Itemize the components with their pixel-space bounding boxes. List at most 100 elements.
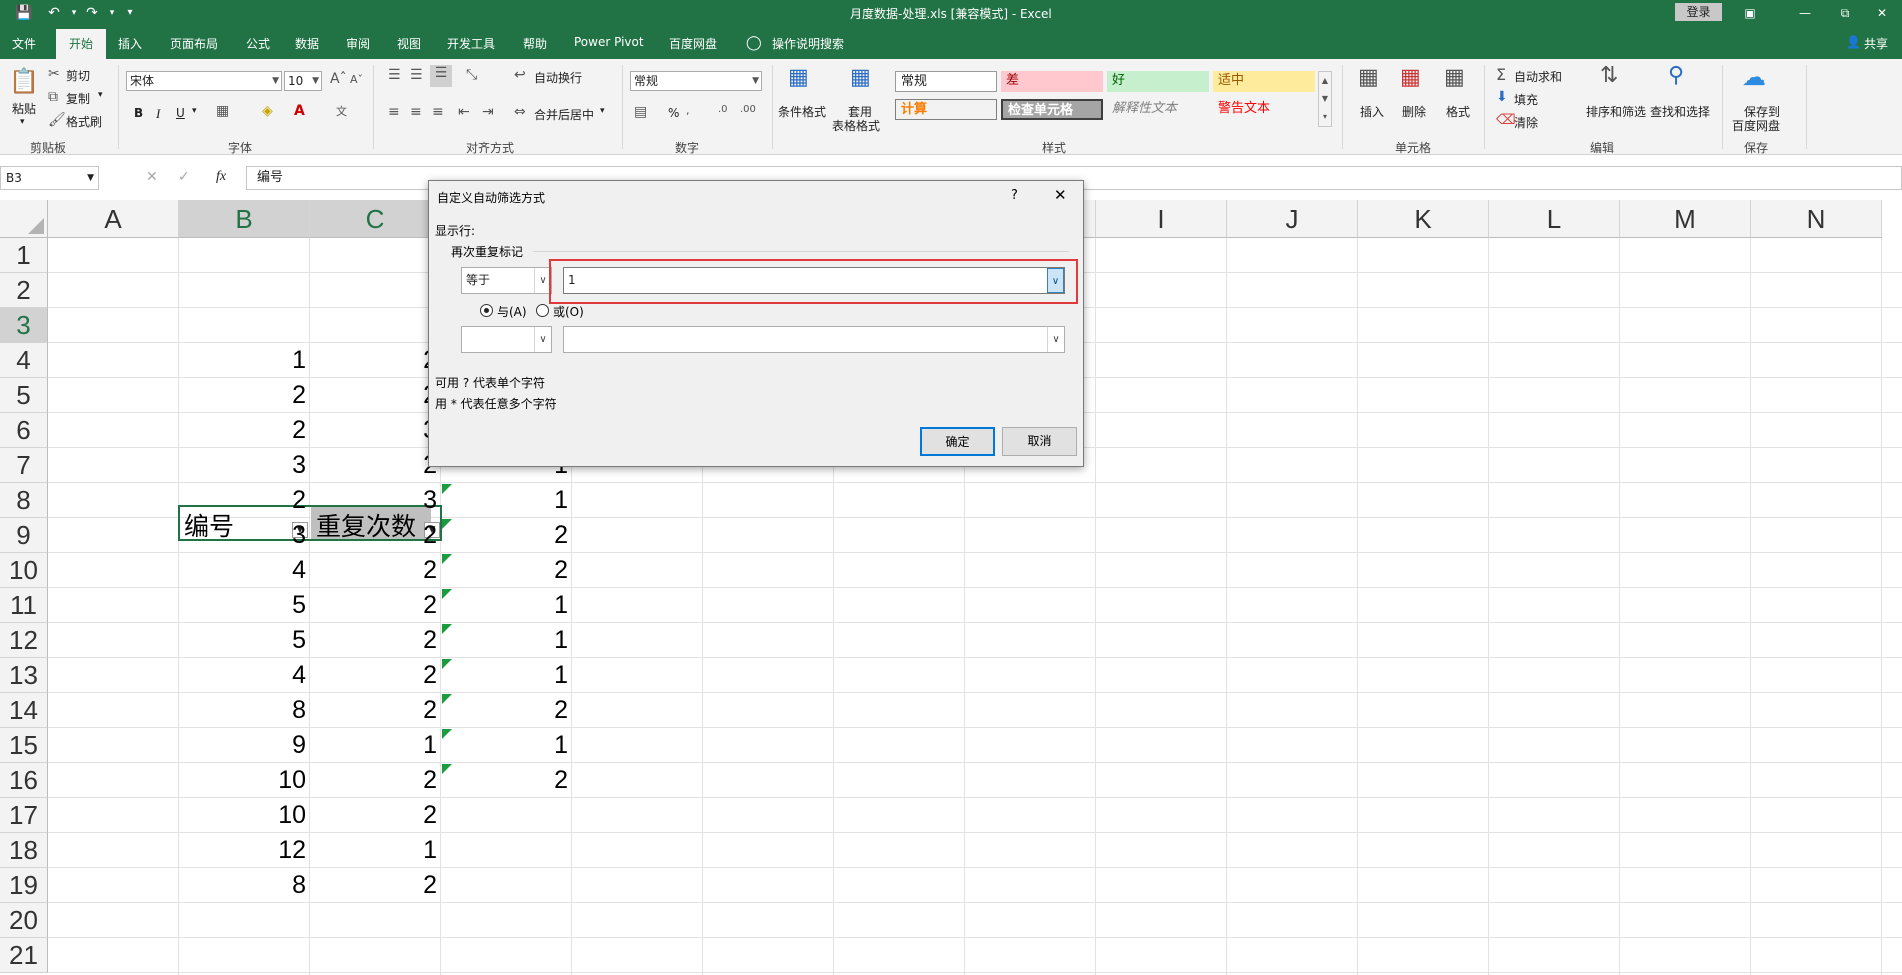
format-cells-icon[interactable]: ▦ (1444, 65, 1465, 90)
row-header-8[interactable]: 8 (0, 483, 48, 518)
row-header-12[interactable]: 12 (0, 623, 48, 658)
tab-file[interactable]: 文件 (12, 35, 36, 52)
table-cell[interactable]: 2 (310, 696, 441, 725)
table-cell[interactable]: 12 (179, 836, 310, 865)
table-cell[interactable]: 2 (310, 521, 441, 550)
operator-1-combo[interactable]: 等于 ∨ (461, 267, 552, 294)
save-icon[interactable]: 💾 (14, 3, 34, 23)
row-header-14[interactable]: 14 (0, 693, 48, 728)
column-header-a[interactable]: A (48, 200, 179, 238)
row-header-15[interactable]: 15 (0, 728, 48, 763)
table-cell[interactable]: 1 (179, 346, 310, 375)
table-cell[interactable]: 2 (179, 486, 310, 515)
decrease-indent-icon[interactable]: ⇤ (458, 104, 470, 120)
row-header-18[interactable]: 18 (0, 833, 48, 868)
merge-center-button[interactable]: 合并后居中 (534, 106, 594, 123)
table-cell[interactable]: 2 (441, 556, 572, 585)
number-format-combo[interactable]: 常规 ▼ (630, 71, 762, 91)
and-radio[interactable] (480, 304, 493, 317)
align-top-icon[interactable]: ☰ (388, 67, 401, 83)
row-header-1[interactable]: 1 (0, 238, 48, 273)
increase-font-icon[interactable]: Aˆ (330, 71, 347, 87)
row-header-19[interactable]: 19 (0, 868, 48, 903)
bold-button[interactable]: B (134, 106, 143, 120)
row-header-7[interactable]: 7 (0, 448, 48, 483)
ok-button[interactable]: 确定 (920, 427, 995, 456)
undo-dropdown-icon[interactable]: ▾ (64, 3, 84, 23)
login-button[interactable]: 登录 (1675, 3, 1722, 21)
delete-cells-icon[interactable]: ▦ (1400, 65, 1421, 90)
sort-filter-button[interactable]: 排序和筛选 (1586, 103, 1646, 120)
paste-button[interactable]: 粘贴 (12, 100, 36, 117)
row-header-17[interactable]: 17 (0, 798, 48, 833)
table-cell[interactable]: 2 (310, 801, 441, 830)
table-cell[interactable]: 3 (310, 416, 441, 445)
row-header-5[interactable]: 5 (0, 378, 48, 413)
decrease-decimal-icon[interactable]: .00 (740, 104, 756, 115)
font-size-combo[interactable]: 10 ▼ (284, 71, 322, 91)
chevron-down-icon[interactable]: ∨ (1047, 268, 1064, 293)
underline-button[interactable]: U (176, 106, 185, 120)
table-cell[interactable]: 1 (441, 591, 572, 620)
align-left-icon[interactable]: ≡ (388, 104, 400, 120)
table-cell[interactable]: 5 (179, 626, 310, 655)
paste-icon[interactable]: 📋 (8, 67, 40, 97)
table-cell[interactable]: 2 (310, 381, 441, 410)
table-cell[interactable]: 9 (179, 731, 310, 760)
column-header-c[interactable]: C (310, 200, 441, 238)
tab-data[interactable]: 数据 (295, 35, 319, 52)
operator-2-combo[interactable]: ∨ (461, 326, 552, 353)
tab-view[interactable]: 视图 (397, 35, 421, 52)
style-normal[interactable]: 常规 (895, 71, 997, 92)
underline-dropdown-icon[interactable]: ▾ (192, 106, 197, 116)
column-header-b[interactable]: B (179, 200, 310, 238)
table-cell[interactable]: 2 (310, 591, 441, 620)
tab-home[interactable]: 开始 (56, 29, 106, 59)
table-cell[interactable]: 2 (310, 451, 441, 480)
table-cell[interactable]: 2 (179, 416, 310, 445)
conditional-formatting-icon[interactable]: ▦ (788, 65, 809, 90)
insert-cells-button[interactable]: 插入 (1360, 103, 1384, 120)
tab-formulas[interactable]: 公式 (246, 35, 270, 52)
paste-dropdown-icon[interactable]: ▾ (20, 117, 25, 127)
clear-button[interactable]: 清除 (1514, 114, 1538, 131)
table-cell[interactable]: 1 (441, 626, 572, 655)
row-header-2[interactable]: 2 (0, 273, 48, 308)
table-cell[interactable]: 4 (179, 661, 310, 690)
find-select-button[interactable]: 查找和选择 (1650, 103, 1710, 120)
style-bad[interactable]: 差 (1001, 71, 1103, 92)
ribbon-display-icon[interactable]: ▣ (1730, 2, 1770, 24)
decrease-font-icon[interactable]: Aˇ (350, 73, 363, 86)
merge-dropdown-icon[interactable]: ▾ (600, 106, 605, 116)
column-header-n[interactable]: N (1751, 200, 1882, 238)
row-header-9[interactable]: 9 (0, 518, 48, 553)
row-header-20[interactable]: 20 (0, 903, 48, 938)
tab-baidu-netdisk[interactable]: 百度网盘 (669, 35, 717, 52)
style-check-cell[interactable]: 检查单元格 (1001, 99, 1103, 120)
column-header-i[interactable]: I (1096, 200, 1227, 238)
italic-button[interactable]: I (156, 106, 160, 122)
column-header-m[interactable]: M (1620, 200, 1751, 238)
tell-me-search[interactable]: 操作说明搜索 (772, 35, 844, 52)
fill-icon[interactable]: ⬇ (1496, 89, 1508, 105)
increase-indent-icon[interactable]: ⇥ (482, 104, 494, 120)
or-radio-label[interactable]: 或(O) (553, 303, 584, 320)
sort-filter-icon[interactable]: ⇅ (1600, 63, 1618, 88)
align-bottom-icon[interactable]: ☰ (430, 65, 452, 87)
row-header-4[interactable]: 4 (0, 343, 48, 378)
clear-icon[interactable]: ⌫ (1496, 112, 1516, 128)
table-cell[interactable]: 2 (441, 766, 572, 795)
table-cell[interactable]: 2 (310, 871, 441, 900)
table-cell[interactable]: 3 (310, 486, 441, 515)
format-cells-button[interactable]: 格式 (1446, 103, 1470, 120)
phonetic-icon[interactable]: 文 (336, 103, 347, 119)
baidu-netdisk-label[interactable]: 百度网盘 (1732, 117, 1780, 134)
table-cell[interactable]: 8 (179, 871, 310, 900)
share-button[interactable]: 共享 (1864, 35, 1888, 52)
name-box[interactable]: B3 ▼ (0, 166, 99, 190)
table-cell[interactable]: 2 (310, 766, 441, 795)
table-cell[interactable]: 2 (310, 346, 441, 375)
font-name-combo[interactable]: 宋体 ▼ (126, 71, 282, 91)
copy-dropdown-icon[interactable]: ▾ (98, 90, 103, 100)
styles-scroll-icon[interactable]: ▲ ▼ ▾ (1318, 71, 1332, 127)
